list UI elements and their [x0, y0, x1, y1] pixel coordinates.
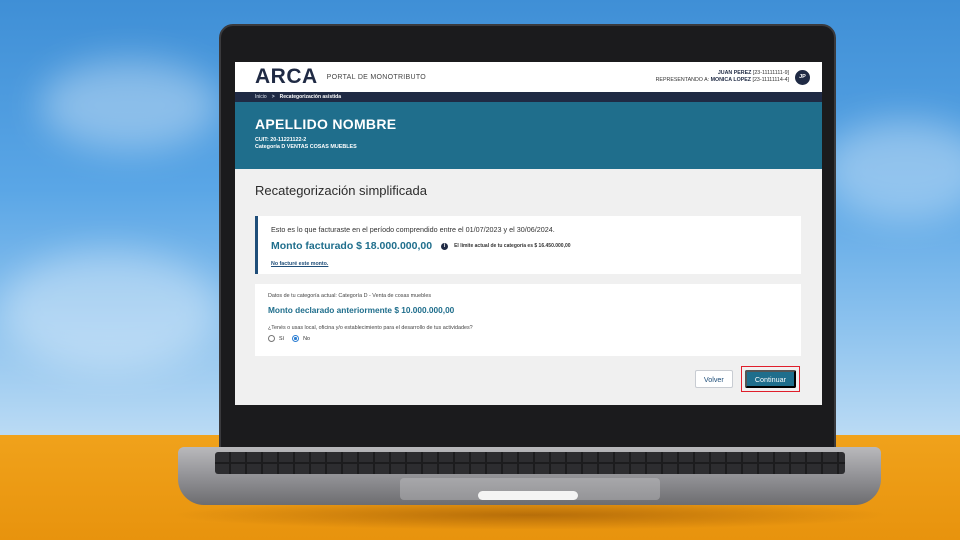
- billing-period-text: Esto es lo que facturaste en el período …: [271, 225, 555, 234]
- declared-amount: Monto declarado anteriormente $ 10.000.0…: [268, 305, 455, 315]
- user-cuit: [23-11111111-9]: [752, 70, 789, 76]
- radio-no[interactable]: [292, 335, 300, 342]
- continue-button[interactable]: Continuar: [744, 370, 796, 388]
- radio-no-label[interactable]: No: [303, 336, 310, 342]
- category-card: Datos de tu categoría actual: Categoría …: [255, 284, 801, 356]
- background-cloud: [0, 250, 220, 370]
- laptop-notch: [478, 491, 578, 500]
- page-title: Recategorización simplificada: [255, 183, 427, 198]
- arca-logo[interactable]: ARCA: [255, 65, 318, 89]
- avatar[interactable]: JP: [795, 69, 810, 85]
- main-content: Recategorización simplificada Esto es lo…: [235, 169, 822, 356]
- info-icon[interactable]: i: [441, 242, 449, 250]
- represented-cuit: [23-11111114-4]: [752, 77, 789, 83]
- back-button[interactable]: Volver: [694, 370, 733, 388]
- continue-highlight: Continuar: [740, 366, 800, 392]
- taxpayer-name: APELLIDO NOMBRE: [255, 116, 397, 132]
- taxpayer-category: Categoría D VENTAS COSAS MUEBLES: [255, 143, 357, 150]
- form-actions: Volver Continuar: [694, 366, 800, 392]
- radio-si-label[interactable]: Sí: [279, 336, 284, 342]
- chevron-right-icon: >: [271, 94, 275, 100]
- radio-si[interactable]: [268, 335, 275, 342]
- user-info: JUAN PEREZ [23-11111111-9] REPRESENTANDO…: [656, 70, 789, 84]
- app-header: ARCA PORTAL DE MONOTRIBUTO JUAN PEREZ [2…: [235, 62, 822, 92]
- represented-name: MONICA LOPEZ: [710, 77, 751, 83]
- representing-label: REPRESENTANDO A:: [655, 77, 710, 83]
- breadcrumb-current: Recategorización asistida: [279, 94, 342, 100]
- billed-amount: Monto facturado $ 18.000.000,00: [271, 240, 433, 252]
- not-billed-link[interactable]: No facturé este monto.: [271, 261, 328, 267]
- taxpayer-banner: APELLIDO NOMBRE CUIT: 20-11221122-2 Cate…: [235, 102, 822, 169]
- premises-question: ¿Tenés o usas local, oficina y/o estable…: [268, 325, 473, 331]
- portal-name: PORTAL DE MONOTRIBUTO: [326, 73, 427, 81]
- breadcrumb-home[interactable]: Inicio: [255, 94, 267, 100]
- billing-card: Esto es lo que facturaste en el período …: [255, 216, 801, 274]
- background-cloud: [40, 60, 220, 150]
- current-category-text: Datos de tu categoría actual: Categoría …: [268, 293, 432, 299]
- laptop-screen: ARCA PORTAL DE MONOTRIBUTO JUAN PEREZ [2…: [235, 62, 822, 405]
- premises-radio-group: Sí No: [268, 335, 789, 342]
- category-limit-text: El límite actual de tu categoría es $ 16…: [454, 243, 571, 249]
- laptop-keyboard: [215, 452, 845, 474]
- background-cloud: [820, 120, 960, 220]
- breadcrumb: Inicio > Recategorización asistida: [235, 92, 822, 102]
- user-name: JUAN PEREZ: [717, 70, 752, 76]
